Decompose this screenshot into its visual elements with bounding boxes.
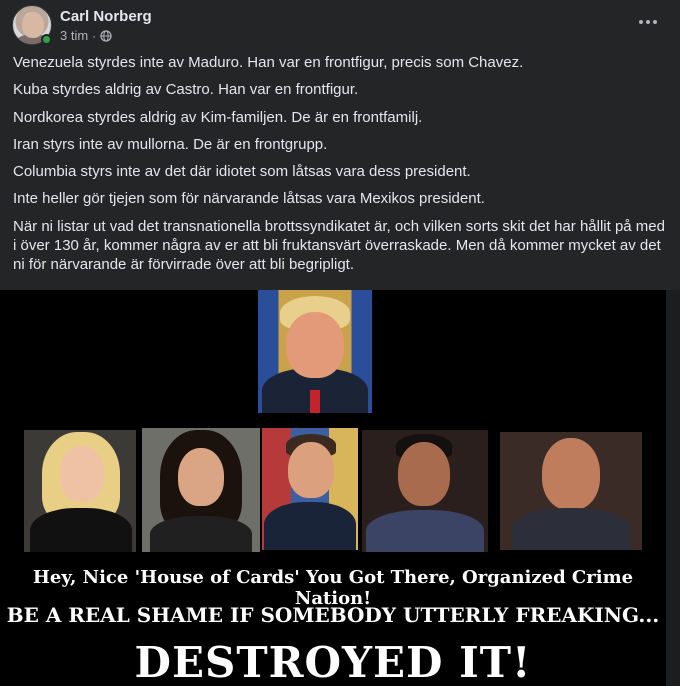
post-meta: 3 tim · (60, 28, 112, 43)
avatar-head (22, 12, 44, 38)
post-paragraph: Kuba styrdes aldrig av Castro. Han var e… (13, 81, 359, 99)
background-strip (666, 290, 680, 686)
online-status-indicator (41, 34, 52, 45)
post-paragraph: Nordkorea styrdes aldrig av Kim-familjen… (13, 108, 423, 126)
portrait-1 (24, 430, 136, 552)
post-paragraph: Venezuela styrdes inte av Maduro. Han va… (13, 54, 524, 71)
portrait-top (258, 290, 372, 413)
portrait-2 (142, 428, 260, 552)
portrait-5 (500, 432, 642, 550)
portrait-4 (362, 430, 488, 552)
post-header: Carl Norberg 3 tim · (0, 0, 680, 50)
post-paragraph: När ni listar ut vad det transnationella… (13, 217, 665, 273)
globe-icon[interactable] (100, 29, 112, 42)
more-options-icon[interactable] (636, 10, 660, 34)
post-paragraph: Iran styrs inte av mullorna. De är en fr… (13, 135, 328, 153)
post-paragraph: Columbia styrs inte av det där idiotet s… (13, 163, 471, 181)
post-paragraph: Inte heller gör tjejen som för närvarand… (13, 190, 485, 208)
portrait-3 (262, 428, 358, 550)
image-caption-line3: DESTROYED IT! (134, 638, 532, 686)
post-time[interactable]: 3 tim (60, 28, 88, 43)
post-text: Venezuela styrdes inte av Maduro. Han va… (13, 53, 668, 282)
meta-separator: · (92, 28, 97, 43)
image-caption-line2: BE A REAL SHAME IF SOMEBODY UTTERLY FREA… (6, 603, 660, 627)
post-image[interactable]: Hey, Nice 'House of Cards' You Got There… (0, 290, 666, 686)
author-name[interactable]: Carl Norberg (60, 8, 152, 25)
